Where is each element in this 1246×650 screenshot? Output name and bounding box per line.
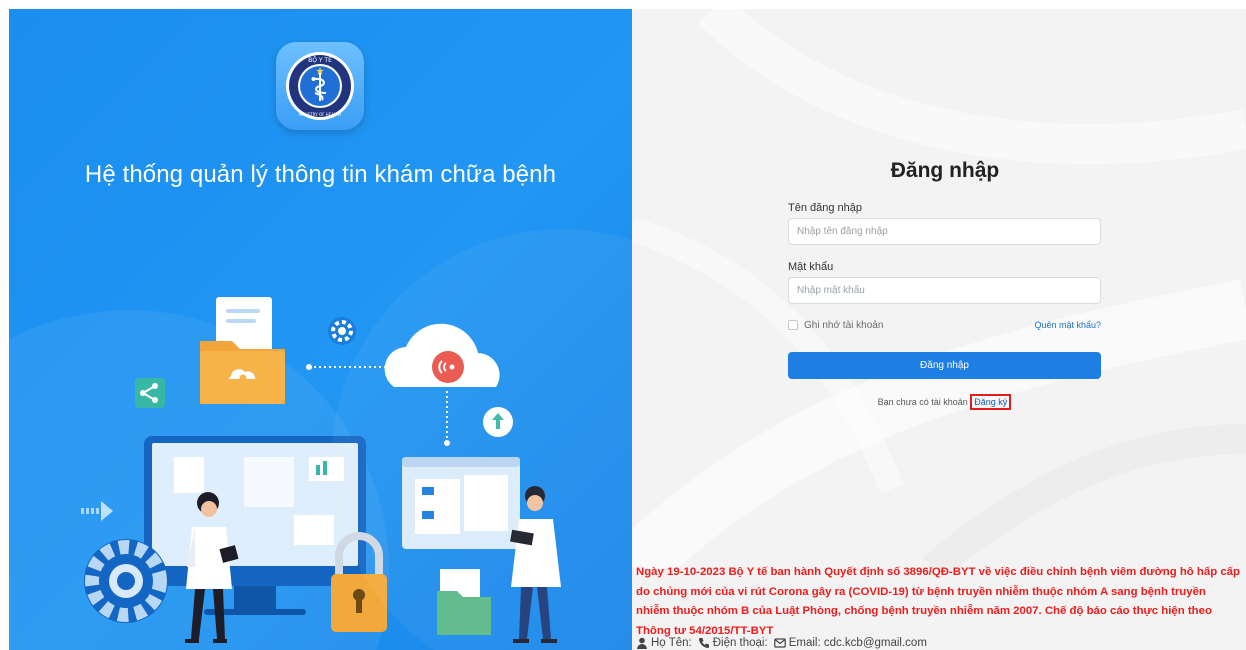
ministry-logo: BỘ Y TẾ MINISTRY OF HEALTH xyxy=(276,42,364,130)
doctor-male-icon xyxy=(510,486,561,643)
announcement-notice: Ngày 19-10-2023 Bộ Y tế ban hành Quyết đ… xyxy=(636,566,1240,637)
contact-info: Họ Tên: Điện thoại: Email: cdc.kcb@gmail… xyxy=(636,637,927,649)
logo-top-text: BỘ Y TẾ xyxy=(308,56,332,64)
remember-me[interactable]: Ghi nhớ tài khoản xyxy=(788,320,883,331)
mail-icon xyxy=(773,638,786,648)
padlock-icon xyxy=(331,532,387,632)
forgot-password-link[interactable]: Quên mật khẩu? xyxy=(1034,320,1101,330)
password-input[interactable] xyxy=(788,277,1101,304)
gear-icon xyxy=(328,317,356,345)
user-icon xyxy=(637,637,647,649)
login-form: Tên đăng nhập Mật khẩu Ghi nhớ tài khoản… xyxy=(788,202,1101,410)
username-input[interactable] xyxy=(788,218,1101,245)
green-folder-icon xyxy=(437,569,491,635)
contact-name-label: Họ Tên: xyxy=(651,637,692,649)
login-title: Đăng nhập xyxy=(890,159,1000,182)
remember-checkbox[interactable] xyxy=(788,320,798,330)
signup-link[interactable]: Đăng ký xyxy=(970,394,1012,410)
big-gear-icon xyxy=(84,539,168,623)
window-panel-icon xyxy=(402,457,520,549)
contact-phone-label: Điện thoại: xyxy=(712,637,768,649)
signup-row: Bạn chưa có tài khoản Đăng ký xyxy=(788,394,1101,410)
left-panel: BỘ Y TẾ MINISTRY OF HEALTH Hệ thống quản… xyxy=(9,9,632,650)
share-icon xyxy=(135,378,165,408)
no-account-text: Bạn chưa có tài khoản xyxy=(877,397,968,407)
contact-email: Email: cdc.kcb@gmail.com xyxy=(788,637,927,649)
ministry-seal-icon: BỘ Y TẾ MINISTRY OF HEALTH xyxy=(286,52,354,120)
phone-icon xyxy=(698,638,709,648)
app-title: Hệ thống quản lý thông tin khám chữa bện… xyxy=(84,161,557,188)
right-panel: Đăng nhập Tên đăng nhập Mật khẩu Ghi nhớ… xyxy=(632,9,1246,650)
logo-bottom-text: MINISTRY OF HEALTH xyxy=(299,112,341,117)
password-label: Mật khẩu xyxy=(788,261,834,273)
username-label: Tên đăng nhập xyxy=(788,202,863,214)
folder-icon xyxy=(200,297,285,404)
upload-icon xyxy=(483,407,513,437)
cloud-icon xyxy=(384,323,500,387)
remember-label: Ghi nhớ tài khoản xyxy=(804,319,884,331)
medical-illustration xyxy=(81,297,561,643)
login-button[interactable]: Đăng nhập xyxy=(788,352,1101,379)
